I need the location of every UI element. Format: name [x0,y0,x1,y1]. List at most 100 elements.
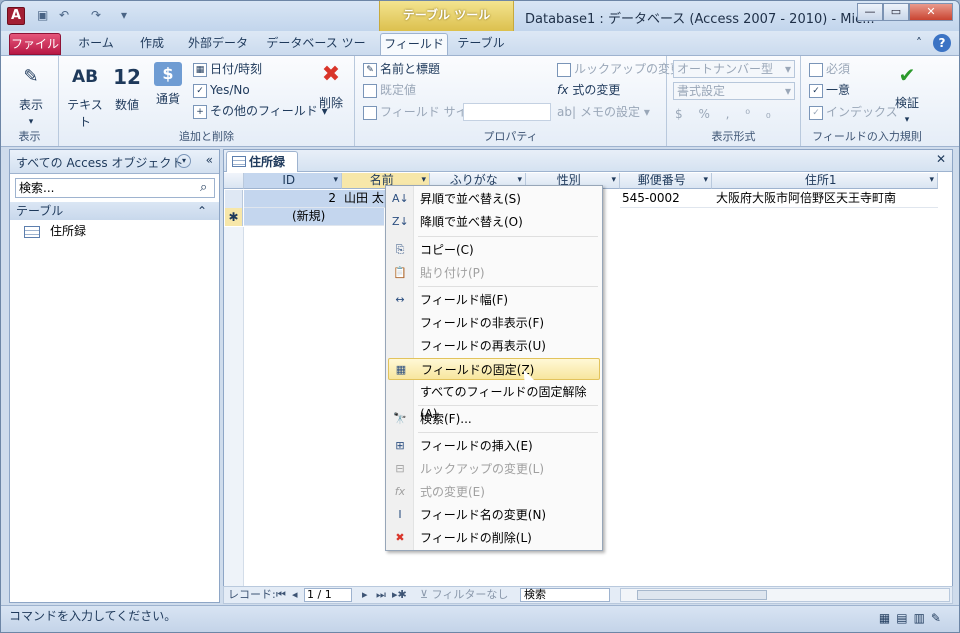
more-fields-button[interactable]: + その他のフィールド ▾ [193,102,328,120]
nav-section-tables[interactable]: テーブル ⌃ [10,202,219,220]
column-header-id[interactable]: ID ▾ [244,173,342,189]
redo-icon[interactable]: ↷ [91,8,101,24]
column-header-zip[interactable]: 郵便番号 ▾ [620,173,712,189]
number-format-buttons[interactable]: $ % , ⁰ ₀ [675,105,777,123]
scrollbar-thumb[interactable] [637,590,767,600]
horizontal-scrollbar[interactable] [620,588,950,602]
field-size-input[interactable] [463,103,551,121]
nav-search-input[interactable]: 検索... [15,178,215,198]
tab-address-book[interactable]: 住所録 [226,151,298,172]
menu-paste[interactable]: 📋 貼り付け(P) [388,262,600,284]
group-add-delete: AB テキスト 12 数値 $ 通貨 ▦ 日付/時刻 ✓ Yes/No + その他のフ… [59,56,355,146]
close-document-icon[interactable]: ✕ [936,152,946,166]
cell-zip[interactable]: 545-0002 [620,190,712,208]
view-switch-icons[interactable]: ▦▤▥✎ [879,608,947,628]
last-record-icon[interactable]: ⏭ [376,587,386,603]
menu-delete-field[interactable]: ✖ フィールドの削除(L) [388,527,600,549]
text-button[interactable]: AB テキスト [65,62,105,130]
datetime-button[interactable]: ▦ 日付/時刻 [193,60,262,78]
menu-unhide-field[interactable]: フィールドの再表示(U) [388,335,600,357]
nav-menu-icon[interactable]: ▾ [177,154,191,168]
menu-insert-field[interactable]: ⊞ フィールドの挿入(E) [388,435,600,457]
cell-new-id[interactable]: (新規) [244,208,384,226]
save-icon[interactable]: ▣ [37,8,48,24]
nav-section-label: テーブル [16,204,64,218]
maximize-button[interactable]: ▭ [883,3,909,21]
tab-create[interactable]: 作成 [129,33,175,55]
rename-field-icon: I [398,508,402,521]
datetime-label: 日付/時刻 [210,62,263,76]
tab-external-data[interactable]: 外部データ [183,33,253,55]
cell-address1[interactable]: 大阪府大阪市阿倍野区天王寺町南 [712,190,938,208]
default-value-button[interactable]: 既定値 [363,81,416,99]
name-caption-button[interactable]: ✎ 名前と標題 [363,60,440,78]
required-checkbox[interactable]: 必須 [809,60,850,78]
new-record-icon[interactable]: ▸✱ [392,587,407,603]
menu-freeze-field[interactable]: ▦ フィールドの固定(Z) [388,358,600,380]
menu-field-width[interactable]: ↔ フィールド幅(F) [388,289,600,311]
table-icon [232,156,246,167]
cell-name[interactable]: 山田 太 [342,190,386,208]
menu-sort-ascending[interactable]: A↓ 昇順で並べ替え(S) [388,188,600,210]
menu-sort-descending[interactable]: Z↓ 降順で並べ替え(O) [388,211,600,233]
record-search-input[interactable]: 検索 [520,588,610,602]
row-selector[interactable] [225,190,243,208]
help-icon[interactable]: ? [933,34,951,52]
group-add-delete-label: 追加と削除 [179,130,234,143]
indexed-checkbox[interactable]: ✓ インデックス [809,103,898,121]
new-row-selector[interactable]: ✱ [225,208,243,226]
filter-status[interactable]: ⊻ フィルターなし [420,587,508,603]
menu-copy[interactable]: ⎘ コピー(C) [388,239,600,261]
nav-item-address-book[interactable]: 住所録 [24,222,86,240]
record-position-input[interactable]: 1 / 1 [304,588,352,602]
prev-record-icon[interactable]: ◂ [292,587,298,603]
cell-id[interactable]: 2 [244,190,342,208]
menu-label: フィールドの固定(Z) [421,363,535,377]
menu-unfreeze-all[interactable]: すべてのフィールドの固定解除(A) [388,381,600,421]
menu-modify-expression[interactable]: fx 式の変更(E) [388,481,600,503]
close-button[interactable]: ✕ [909,3,953,21]
menu-rename-field[interactable]: I フィールド名の変更(N) [388,504,600,526]
search-icon[interactable]: ⌕ [200,180,207,195]
menu-find[interactable]: 🔭 検索(F)... [388,408,600,430]
tab-table[interactable]: テーブル [451,33,511,55]
validation-button[interactable]: ✔ 検証 ▾ [887,60,927,125]
currency-button[interactable]: $ 通貨 [149,62,187,107]
number-button[interactable]: 12 数値 [109,62,145,113]
unique-checkbox[interactable]: ✓ 一意 [809,81,850,99]
lookup-modify-button[interactable]: ルックアップの変更 [557,60,682,78]
yesno-button[interactable]: ✓ Yes/No [193,81,250,99]
menu-label: 昇順で並べ替え(S) [420,192,521,206]
insert-field-icon: ⊞ [395,439,405,452]
column-header-address1[interactable]: 住所1 ▾ [712,173,938,189]
ribbon: ✎ 表示 ▾ 表示 AB テキスト 12 数値 $ 通貨 ▦ 日付/時刻 ✓ Yes/… [1,55,959,147]
undo-icon[interactable]: ↶ [59,8,69,24]
lookup-icon [557,62,571,77]
tab-file[interactable]: ファイル [9,33,61,55]
next-record-icon[interactable]: ▸ [362,587,368,603]
format-select[interactable]: 書式設定 ▾ [673,82,795,100]
customize-qat-icon[interactable]: ▾ [121,8,127,24]
menu-hide-field[interactable]: フィールドの非表示(F) [388,312,600,334]
memo-settings-button[interactable]: ab| メモの設定 ▾ [557,103,650,121]
status-text: コマンドを入力してください。 [9,609,177,623]
collapse-nav-icon[interactable]: « [206,153,213,167]
view-button[interactable]: ✎ 表示 ▾ [9,62,53,127]
select-all-corner[interactable] [224,173,244,189]
access-app-icon[interactable]: A [7,7,25,25]
delete-button[interactable]: ✖ 削除 [313,60,349,111]
minimize-ribbon-icon[interactable]: ˄ [911,33,927,55]
first-record-icon[interactable]: ⏮ [276,587,286,603]
datatype-select[interactable]: オートナンバー型 ▾ [673,60,795,78]
tab-fields[interactable]: フィールド [380,33,448,55]
nav-header[interactable]: すべての Access オブジェクト ▾ « [10,150,219,174]
datatype-value: オートナンバー型 [677,62,774,76]
expression-modify-button[interactable]: fx 式の変更 [557,81,620,99]
tab-database-tools[interactable]: データベース ツール [263,33,369,70]
context-tools-label: テーブル ツール [379,1,514,31]
menu-modify-lookup[interactable]: ⊟ ルックアップの変更(L) [388,458,600,480]
tab-home[interactable]: ホーム [71,33,121,55]
minimize-button[interactable]: — [857,3,883,21]
currency-label: 通貨 [155,92,180,106]
paste-icon: 📋 [393,266,407,279]
